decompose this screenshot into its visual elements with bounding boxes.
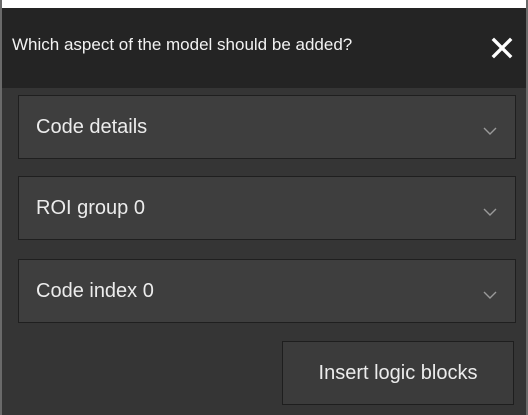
roi-group-select[interactable]: ROI group 0 [18, 176, 516, 240]
chevron-down-icon [483, 286, 497, 299]
chevron-down-icon [483, 122, 497, 135]
top-strip [2, 0, 526, 8]
chevron-down-icon [483, 203, 497, 216]
code-index-select[interactable]: Code index 0 [18, 259, 516, 323]
dialog-title: Which aspect of the model should be adde… [12, 35, 353, 54]
dialog-header: Which aspect of the model should be adde… [2, 8, 526, 88]
select-value: Code details [36, 116, 148, 138]
add-model-aspect-dialog: Which aspect of the model should be adde… [0, 0, 528, 415]
close-icon[interactable] [486, 32, 518, 64]
insert-logic-blocks-button[interactable]: Insert logic blocks [282, 341, 514, 405]
code-details-select[interactable]: Code details [18, 95, 516, 159]
select-value: ROI group 0 [36, 197, 145, 219]
select-value: Code index 0 [36, 280, 154, 302]
